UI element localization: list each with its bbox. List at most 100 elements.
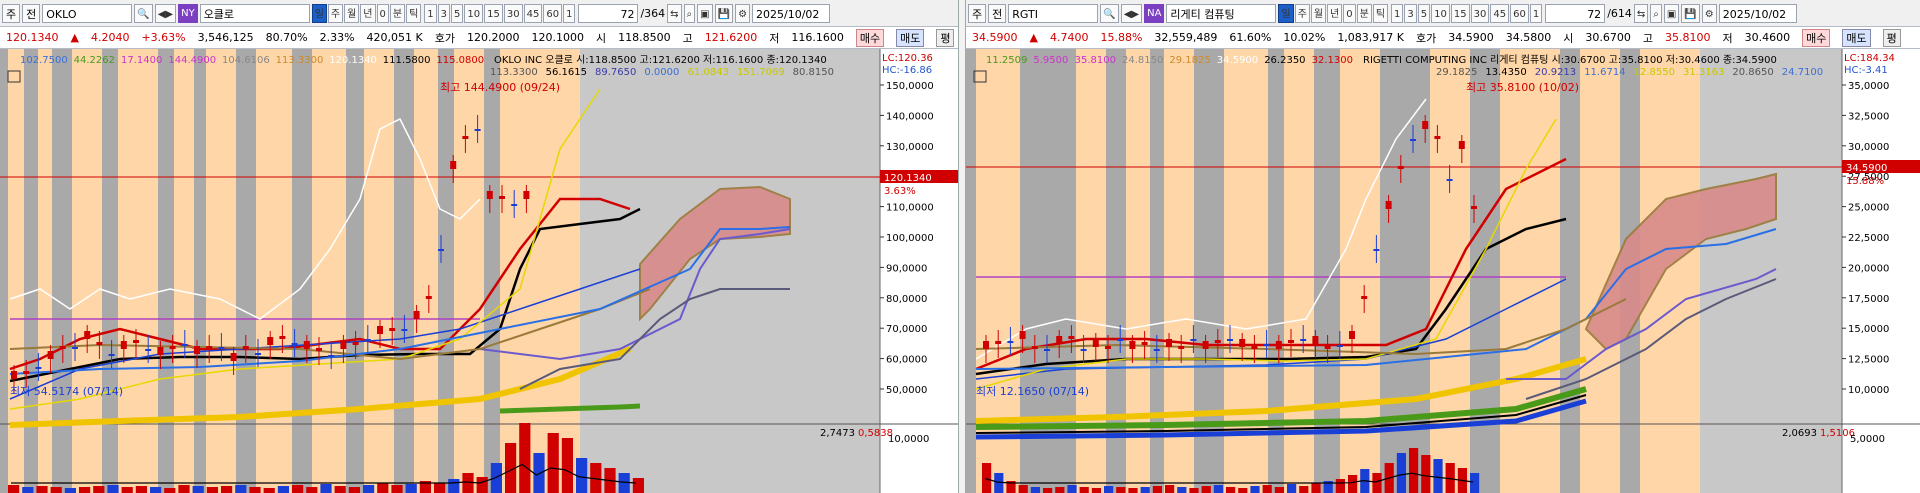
interval-button[interactable]: 1 — [563, 3, 576, 23]
time-band — [500, 49, 580, 493]
zoom-icon[interactable]: ⌕ — [683, 3, 696, 23]
buy-button[interactable]: 매수 — [1802, 28, 1831, 47]
volume-bar — [982, 463, 992, 493]
period-button[interactable]: 틱 — [406, 3, 422, 23]
volume-bar — [1213, 485, 1223, 493]
flat-button[interactable]: 평 — [936, 28, 955, 47]
candle-body — [486, 191, 493, 199]
period-button[interactable]: 틱 — [1372, 3, 1389, 23]
candle-body — [11, 371, 17, 379]
buy-button[interactable]: 매수 — [855, 28, 885, 47]
period-button[interactable]: 0 — [376, 3, 389, 23]
interval-button[interactable]: 1 — [1391, 3, 1404, 23]
interval-button[interactable]: 5 — [1417, 3, 1431, 23]
period-button[interactable]: 년 — [360, 3, 376, 23]
candle-body — [1458, 141, 1465, 149]
sell-button[interactable]: 매도 — [1842, 28, 1871, 47]
interval-button[interactable]: 1 — [1529, 3, 1543, 23]
time-band — [394, 49, 414, 493]
gear-icon[interactable]: ⚙ — [1701, 3, 1717, 23]
save-icon[interactable]: 💾 — [714, 3, 734, 23]
interval-button[interactable]: 3 — [1404, 3, 1417, 23]
market-select[interactable]: 전 — [988, 3, 1007, 23]
candle-body — [1422, 121, 1429, 129]
market-select[interactable]: 전 — [22, 3, 41, 23]
right-price-chart[interactable]: 35,0000 32,5000 30,0000 27,5000 25,0000 22,50… — [966, 49, 1920, 493]
panel-divider[interactable] — [958, 0, 966, 493]
left-price-chart[interactable]: 150,0000140,0000130,0000120,0000110,0000… — [0, 49, 958, 493]
change-pct: 15.88% — [1100, 31, 1143, 44]
period-button[interactable]: 월 — [1310, 3, 1327, 23]
speaker-icon[interactable]: ◀▶ — [1120, 3, 1143, 23]
interval-button[interactable]: 45 — [523, 3, 543, 23]
sell-button[interactable]: 매도 — [896, 28, 925, 47]
candle-body — [389, 328, 396, 331]
period-button[interactable]: 주 — [1294, 3, 1310, 23]
period-select[interactable]: 주 — [968, 3, 987, 23]
interval-button[interactable]: 15 — [1450, 3, 1470, 23]
interval-button[interactable]: 30 — [1470, 3, 1490, 23]
interval-button[interactable]: 5 — [451, 3, 464, 23]
right-chart-canvas[interactable]: 35,000032,500030,000027,500025,000022,50… — [966, 49, 1920, 493]
interval-button[interactable]: 60 — [1510, 3, 1529, 23]
gear-icon[interactable]: ⚙ — [735, 3, 751, 23]
interval-button[interactable]: 60 — [543, 3, 563, 23]
volume-bar — [1018, 485, 1028, 493]
period-button[interactable]: 일 — [1278, 3, 1294, 23]
chart-title: RIGETTI COMPUTING INC 리게티 컴퓨팅 시:30.6700 … — [1363, 54, 1777, 66]
period-button[interactable]: 주 — [327, 3, 344, 23]
symbol-input[interactable]: OKLO — [42, 3, 133, 23]
scroll-icon[interactable]: ⇆ — [1633, 3, 1649, 23]
left-chart-canvas[interactable]: 150,0000140,0000130,0000120,0000110,0000… — [0, 49, 958, 493]
interval-button[interactable]: 15 — [484, 3, 503, 23]
chart-title: OKLO INC 오클로 시:118.8500 고:121.6200 저:116… — [494, 54, 827, 66]
period-buttons: 일주월년0분틱 — [1278, 3, 1389, 23]
candle-body — [96, 342, 103, 345]
volume-bar — [50, 487, 62, 493]
save-icon[interactable]: 💾 — [1681, 3, 1700, 23]
flat-button[interactable]: 평 — [1882, 28, 1901, 47]
search-icon[interactable]: 🔍 — [1100, 3, 1119, 23]
price-tag-pct: 3.63% — [884, 186, 916, 197]
volume-bar — [1177, 487, 1187, 493]
volume-bar — [405, 484, 417, 493]
period-button[interactable]: 일 — [311, 3, 327, 23]
high-value: 35.8100 — [1665, 31, 1711, 44]
period-button[interactable]: 분 — [389, 3, 406, 23]
interval-button[interactable]: 10 — [1431, 3, 1450, 23]
image-icon[interactable]: ▣ — [697, 3, 713, 23]
count-input[interactable]: 72 — [578, 3, 639, 23]
period-button[interactable]: 0 — [1343, 3, 1356, 23]
candle-body — [511, 204, 518, 206]
zoom-icon[interactable]: ⌕ — [1650, 3, 1662, 23]
volume-bar — [135, 486, 147, 493]
interval-button[interactable]: 30 — [503, 3, 523, 23]
max-price-label: 최고 35.8100 (10/02) — [1466, 81, 1579, 94]
date-input[interactable]: 2025/10/02 — [752, 3, 831, 23]
period-button[interactable]: 분 — [1356, 3, 1372, 23]
indicator-value: 44.2262 — [74, 55, 115, 66]
interval-button[interactable]: 10 — [464, 3, 484, 23]
time-band — [1268, 49, 1284, 493]
period-button[interactable]: 년 — [1327, 3, 1343, 23]
stock-name-field[interactable]: 오클로 — [199, 3, 310, 23]
y-tick-label: 25,0000 — [1848, 203, 1889, 214]
speaker-icon[interactable]: ◀▶ — [154, 3, 177, 23]
stock-name-field[interactable]: 리게티 컴퓨팅 — [1166, 3, 1277, 23]
search-icon[interactable]: 🔍 — [134, 3, 153, 23]
interval-button[interactable]: 45 — [1490, 3, 1510, 23]
period-button[interactable]: 월 — [344, 3, 360, 23]
candle-body — [1117, 339, 1124, 341]
period-select[interactable]: 주 — [2, 3, 21, 23]
scroll-icon[interactable]: ⇆ — [667, 3, 682, 23]
volume-bar — [277, 486, 289, 493]
interval-button[interactable]: 1 — [424, 3, 437, 23]
indicator-value: 120.1340 — [329, 55, 377, 66]
volume-bar — [434, 483, 446, 493]
date-input[interactable]: 2025/10/02 — [1718, 3, 1797, 23]
interval-button[interactable]: 3 — [437, 3, 451, 23]
symbol-input[interactable]: RGTI — [1008, 3, 1099, 23]
volume-bar — [107, 485, 119, 493]
count-input[interactable]: 72 — [1545, 3, 1606, 23]
image-icon[interactable]: ▣ — [1663, 3, 1680, 23]
